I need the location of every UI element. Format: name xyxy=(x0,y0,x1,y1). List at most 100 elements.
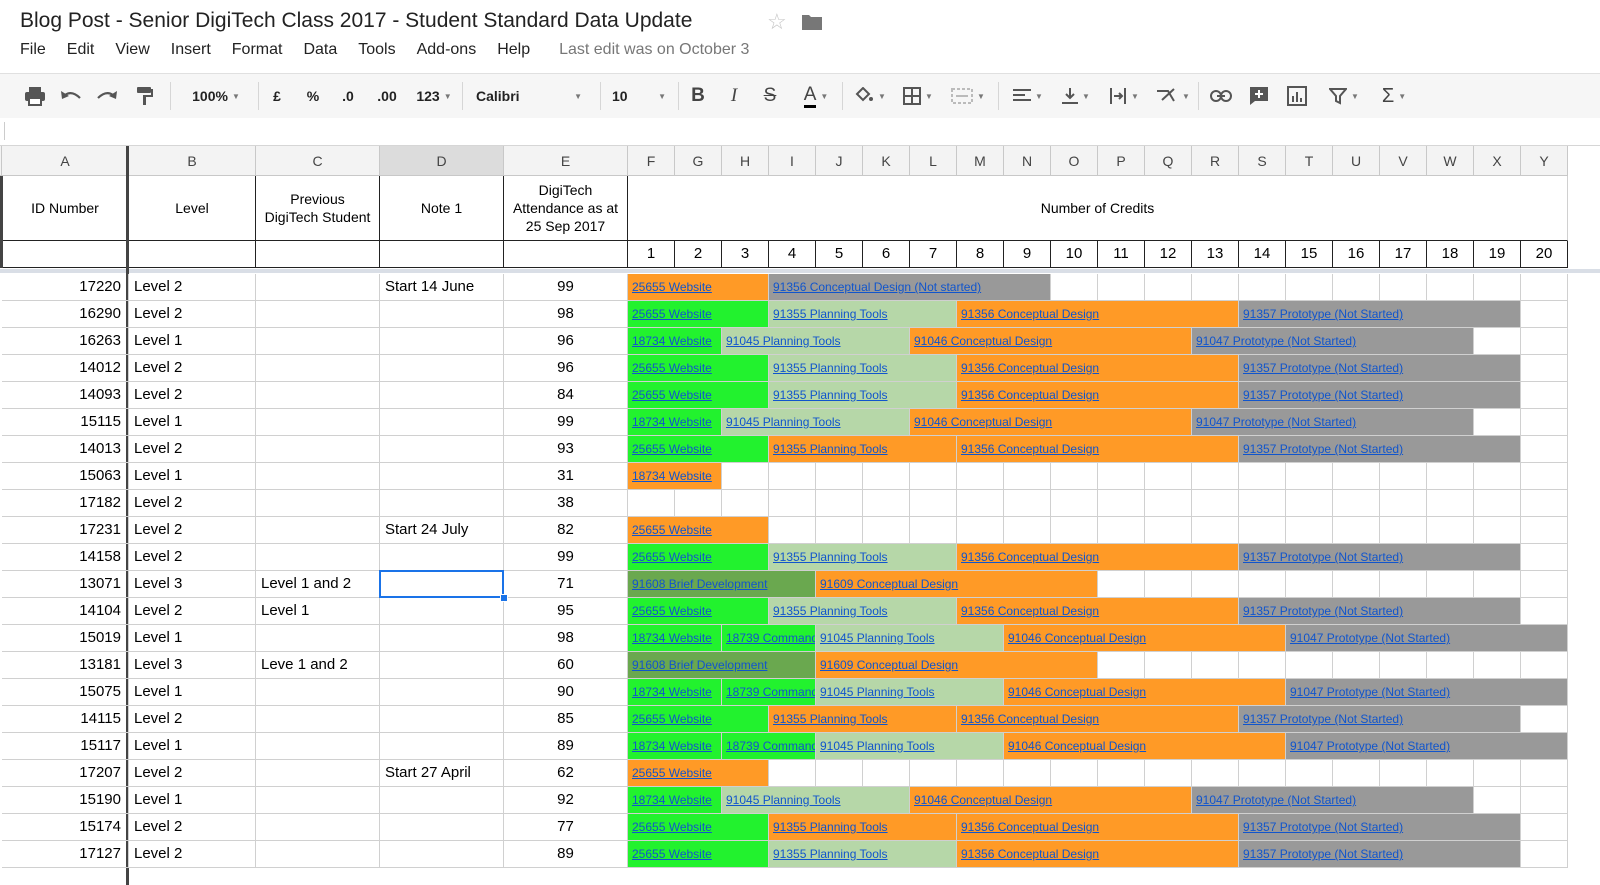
standard-link[interactable]: 25655 Website xyxy=(628,544,769,571)
cell-level[interactable]: Level 2 xyxy=(129,355,256,382)
cell-level[interactable]: Level 2 xyxy=(129,274,256,301)
cell-credit[interactable] xyxy=(1427,652,1474,679)
bold-button[interactable]: B xyxy=(686,74,710,118)
decrease-decimal-button[interactable]: .0 xyxy=(334,74,362,118)
cell-credit[interactable] xyxy=(1286,652,1333,679)
cell-note[interactable]: Start 27 April xyxy=(380,760,504,787)
cell-credit[interactable] xyxy=(1333,490,1380,517)
cell-note[interactable] xyxy=(380,841,504,868)
standard-link[interactable]: 91356 Conceptual Design (Not started) xyxy=(769,274,1051,301)
cell-attendance[interactable]: 99 xyxy=(504,274,628,301)
cell-credit[interactable] xyxy=(957,463,1004,490)
cell-attendance[interactable]: 95 xyxy=(504,598,628,625)
cell-note[interactable] xyxy=(380,382,504,409)
cell-credit[interactable] xyxy=(1521,490,1568,517)
cell-id-number[interactable]: 15075 xyxy=(2,679,129,706)
cell-credit[interactable] xyxy=(863,490,910,517)
cell-attendance[interactable]: 60 xyxy=(504,652,628,679)
cell-credit[interactable] xyxy=(1521,409,1568,436)
cell-previous-student[interactable] xyxy=(256,328,380,355)
cell-id-number[interactable]: 15063 xyxy=(2,463,129,490)
standard-link[interactable]: 91355 Planning Tools xyxy=(769,544,957,571)
cell-id-number[interactable]: 17182 xyxy=(2,490,129,517)
cell-level[interactable]: Level 1 xyxy=(129,733,256,760)
cell-credit[interactable] xyxy=(1286,490,1333,517)
cell-level[interactable]: Level 1 xyxy=(129,787,256,814)
cell-previous-student[interactable] xyxy=(256,841,380,868)
standard-link[interactable]: 91356 Conceptual Design xyxy=(957,598,1239,625)
cell-id-number[interactable]: 17231 xyxy=(2,517,129,544)
standard-link[interactable]: 25655 Website xyxy=(628,517,769,544)
standard-link[interactable]: 91357 Prototype (Not Started) xyxy=(1239,814,1521,841)
menu-tools[interactable]: Tools xyxy=(358,41,395,63)
standard-link[interactable]: 18739 Command xyxy=(722,679,816,706)
standard-link[interactable]: 91355 Planning Tools xyxy=(769,841,957,868)
cell-credit[interactable] xyxy=(1239,760,1286,787)
standard-link[interactable]: 91356 Conceptual Design xyxy=(957,841,1239,868)
column-header-d[interactable]: D xyxy=(380,146,504,176)
cell-credit[interactable] xyxy=(1521,328,1568,355)
cell-attendance[interactable]: 85 xyxy=(504,706,628,733)
column-header-r[interactable]: R xyxy=(1192,146,1239,176)
cell-level[interactable]: Level 2 xyxy=(129,544,256,571)
cell-credit[interactable] xyxy=(1474,571,1521,598)
cell-credit[interactable] xyxy=(1192,274,1239,301)
column-header-f[interactable]: F xyxy=(628,146,675,176)
cell-previous-student[interactable] xyxy=(256,814,380,841)
standard-link[interactable]: 91356 Conceptual Design xyxy=(957,544,1239,571)
cell-attendance[interactable]: 62 xyxy=(504,760,628,787)
cell-credit[interactable] xyxy=(1521,274,1568,301)
cell-credit[interactable] xyxy=(1333,463,1380,490)
cell-credit[interactable] xyxy=(722,490,769,517)
standard-link[interactable]: 91357 Prototype (Not Started) xyxy=(1239,706,1521,733)
cell-id-number[interactable]: 13181 xyxy=(2,652,129,679)
document-title[interactable]: Blog Post - Senior DigiTech Class 2017 -… xyxy=(20,9,692,33)
cell-credit[interactable] xyxy=(1427,760,1474,787)
cell-credit[interactable] xyxy=(1098,463,1145,490)
cell-note[interactable] xyxy=(380,787,504,814)
insert-comment-icon[interactable] xyxy=(1244,74,1274,118)
cell-id-number[interactable]: 14115 xyxy=(2,706,129,733)
cell-credit[interactable] xyxy=(1333,652,1380,679)
cell-level[interactable]: Level 3 xyxy=(129,571,256,598)
cell-note[interactable] xyxy=(380,436,504,463)
cell-attendance[interactable]: 71 xyxy=(504,571,628,598)
cell-credit[interactable] xyxy=(1333,274,1380,301)
cell-previous-student[interactable] xyxy=(256,517,380,544)
cell-credit[interactable] xyxy=(1521,571,1568,598)
column-header-n[interactable]: N xyxy=(1004,146,1051,176)
cell-credit[interactable] xyxy=(1380,517,1427,544)
standard-link[interactable]: 91046 Conceptual Design xyxy=(1004,733,1286,760)
cell-previous-student[interactable] xyxy=(256,679,380,706)
cell-note[interactable]: Start 24 July xyxy=(380,517,504,544)
column-header-i[interactable]: I xyxy=(769,146,816,176)
cell-credit[interactable] xyxy=(1004,517,1051,544)
standard-link[interactable]: 91046 Conceptual Design xyxy=(910,409,1192,436)
cell-level[interactable]: Level 2 xyxy=(129,436,256,463)
cell-level[interactable]: Level 2 xyxy=(129,841,256,868)
cell-credit[interactable] xyxy=(1192,463,1239,490)
cell-previous-student[interactable] xyxy=(256,625,380,652)
standard-link[interactable]: 91047 Prototype (Not Started) xyxy=(1192,328,1474,355)
text-rotation-icon[interactable]: ▼ xyxy=(1152,74,1194,118)
cell-credit[interactable] xyxy=(1474,328,1521,355)
print-icon[interactable] xyxy=(22,74,48,118)
column-header-g[interactable]: G xyxy=(675,146,722,176)
cell-credit[interactable] xyxy=(1098,760,1145,787)
menu-edit[interactable]: Edit xyxy=(67,41,95,63)
cell-previous-student[interactable] xyxy=(256,409,380,436)
cell-credit[interactable] xyxy=(1521,706,1568,733)
cell-credit[interactable] xyxy=(1474,274,1521,301)
cell-credit[interactable] xyxy=(1286,463,1333,490)
align-left-icon[interactable]: ▼ xyxy=(1008,74,1048,118)
menu-insert[interactable]: Insert xyxy=(171,41,211,63)
menu-data[interactable]: Data xyxy=(303,41,337,63)
cell-credit[interactable] xyxy=(1004,490,1051,517)
font-select[interactable]: Calibri ▼ xyxy=(470,74,588,118)
cell-previous-student[interactable] xyxy=(256,706,380,733)
cell-attendance[interactable]: 98 xyxy=(504,625,628,652)
column-header-w[interactable]: W xyxy=(1427,146,1474,176)
cell-credit[interactable] xyxy=(1521,517,1568,544)
vertical-align-icon[interactable]: ▼ xyxy=(1056,74,1096,118)
cell-previous-student[interactable] xyxy=(256,382,380,409)
